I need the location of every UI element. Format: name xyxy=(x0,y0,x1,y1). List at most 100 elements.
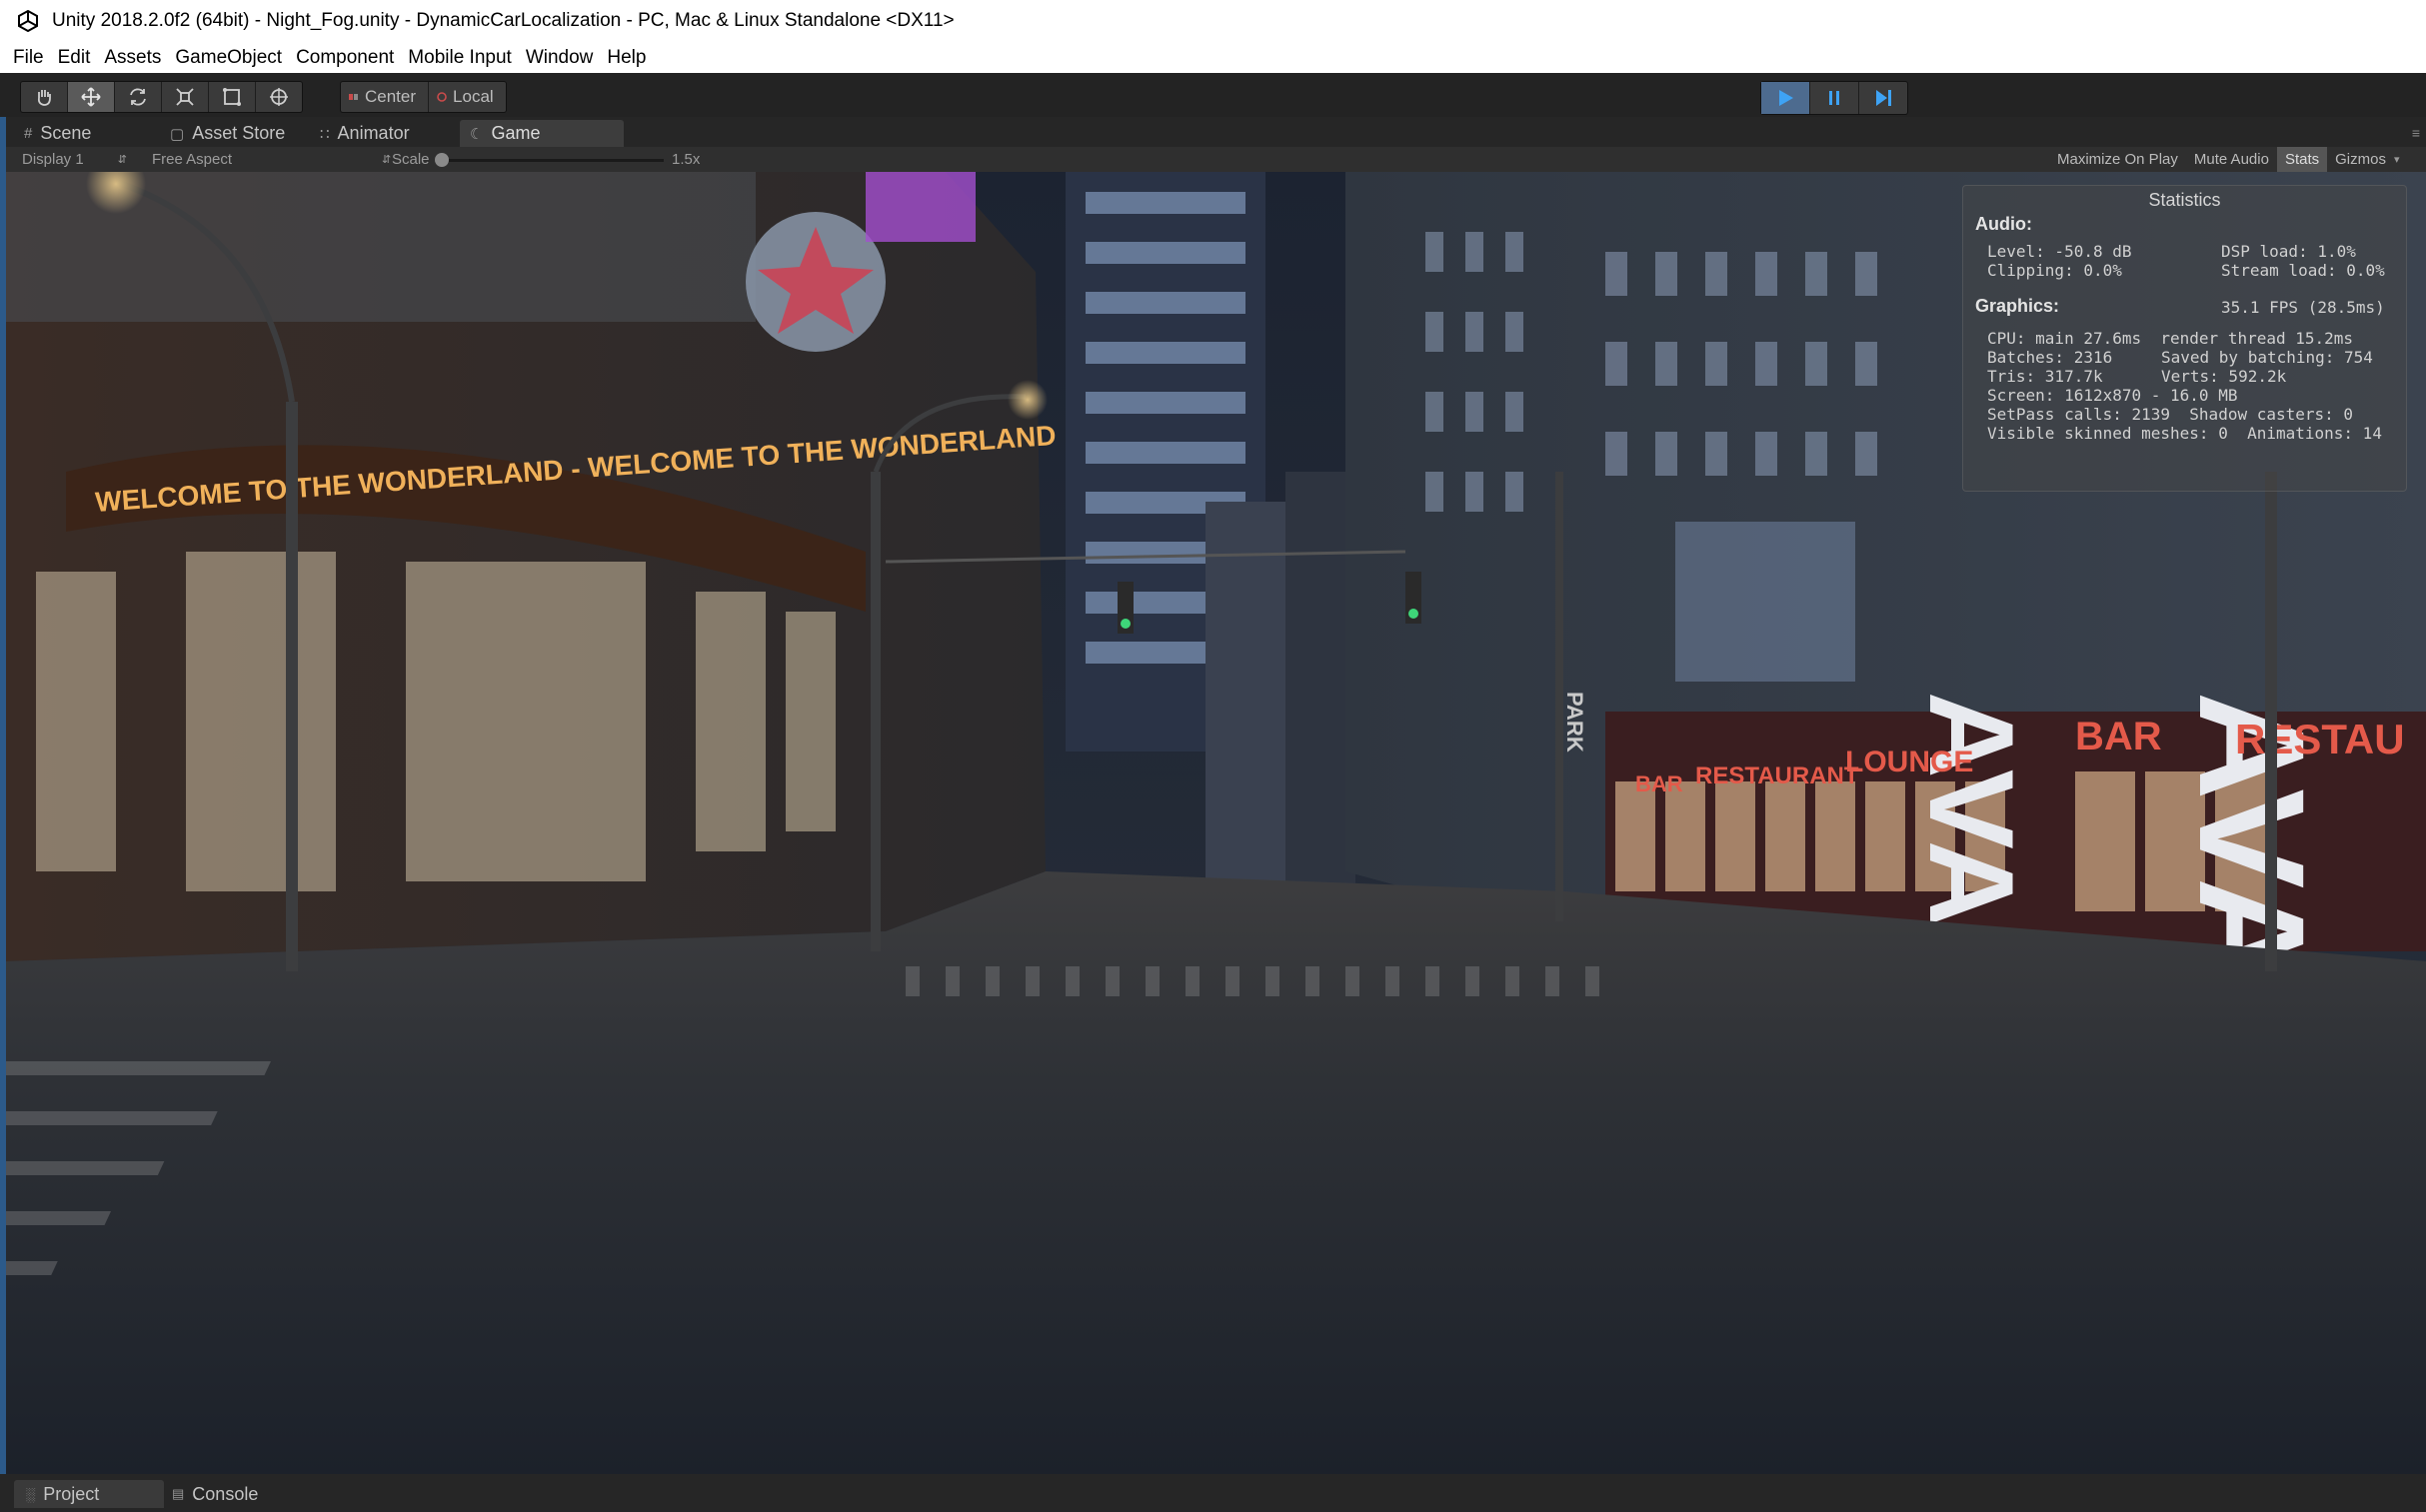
pivot-center-button[interactable]: Center xyxy=(341,82,430,112)
menu-window[interactable]: Window xyxy=(519,47,601,69)
tab-scene[interactable]: # Scene xyxy=(14,120,101,147)
main-toolbar: Center Local xyxy=(0,73,2426,117)
rect-tool-button[interactable] xyxy=(209,82,256,112)
game-viewport[interactable]: AVA AVA BAR RESTAURANT LOUNGE BAR RESTAU… xyxy=(6,172,2426,1474)
display-dropdown-value: Display 1 xyxy=(22,151,84,168)
gizmos-dropdown[interactable]: Gizmos xyxy=(2327,147,2394,172)
audio-level: Level: -50.8 dB xyxy=(1987,242,2132,261)
mute-audio-toggle[interactable]: Mute Audio xyxy=(2186,147,2277,172)
menu-component[interactable]: Component xyxy=(289,47,401,69)
menu-bar: File Edit Assets GameObject Component Mo… xyxy=(0,42,2426,73)
menu-help[interactable]: Help xyxy=(600,47,653,69)
rotate-icon xyxy=(130,88,146,106)
console-icon: ▤ xyxy=(172,1486,185,1501)
stats-toggle[interactable]: Stats xyxy=(2276,147,2328,172)
window-titlebar: Unity 2018.2.0f2 (64bit) - Night_Fog.uni… xyxy=(0,0,2426,42)
game-view-toolbar: Display 1 ⇵ Free Aspect ⇵ Scale 1.5x Max… xyxy=(0,147,2426,173)
menu-file[interactable]: File xyxy=(6,47,51,69)
pivot-local-button[interactable]: Local xyxy=(429,82,506,112)
scale-label: Scale xyxy=(392,151,430,168)
pivot-center-label: Center xyxy=(365,87,417,106)
scale-icon xyxy=(176,88,194,106)
aspect-dropdown[interactable]: Free Aspect ⇵ xyxy=(152,147,391,172)
game-controller-icon: ☾ xyxy=(470,125,484,143)
hand-icon xyxy=(37,90,51,106)
transform-tool-button[interactable] xyxy=(256,82,302,112)
bottom-panel-tabs: ░ Project ▤ Console xyxy=(0,1474,2426,1512)
pivot-center-icon xyxy=(349,94,358,100)
tab-console[interactable]: ▤ Console xyxy=(160,1480,270,1508)
display-dropdown[interactable]: Display 1 ⇵ xyxy=(22,147,127,172)
graphics-skinned-meshes: Visible skinned meshes: 0 Animations: 14 xyxy=(1987,424,2382,443)
tab-animator-label: Animator xyxy=(337,123,410,143)
step-button[interactable] xyxy=(1859,82,1907,114)
panel-menu-icon[interactable]: ≡ xyxy=(2412,125,2420,141)
maximize-on-play-toggle[interactable]: Maximize On Play xyxy=(2049,147,2186,172)
sign-park: PARK xyxy=(1562,692,1587,753)
audio-stream-load: Stream load: 0.0% xyxy=(2221,261,2385,280)
aspect-dropdown-value: Free Aspect xyxy=(152,151,233,168)
scale-value: 1.5x xyxy=(672,151,701,168)
tab-console-label: Console xyxy=(192,1483,259,1504)
graphics-screen: Screen: 1612x870 - 16.0 MB xyxy=(1987,386,2238,405)
pivot-local-label: Local xyxy=(453,87,494,106)
sign-bar-small: BAR xyxy=(1635,771,1683,796)
transform-icon xyxy=(270,88,288,106)
menu-gameobject[interactable]: GameObject xyxy=(168,47,289,69)
menu-mobile-input[interactable]: Mobile Input xyxy=(401,47,519,69)
tab-animator[interactable]: ∷ Animator xyxy=(310,120,420,147)
menu-assets[interactable]: Assets xyxy=(97,47,168,69)
move-arrows-icon xyxy=(81,87,101,107)
display-dropdown-arrow-icon: ⇵ xyxy=(117,154,127,166)
sign-bar-big: BAR xyxy=(2075,715,2162,758)
rotate-tool-button[interactable] xyxy=(115,82,162,112)
tab-asset-store-label: Asset Store xyxy=(192,123,286,143)
play-button[interactable] xyxy=(1761,82,1810,114)
asset-store-bag-icon: ▢ xyxy=(170,125,185,143)
graphics-section-label: Graphics: xyxy=(1975,296,2060,316)
project-folder-icon: ░ xyxy=(26,1486,36,1502)
unity-logo-icon xyxy=(16,9,40,33)
game-view-toggles: Maximize On Play Mute Audio Stats Gizmos… xyxy=(2049,147,2400,172)
graphics-setpass: SetPass calls: 2139 Shadow casters: 0 xyxy=(1987,405,2354,424)
menu-edit[interactable]: Edit xyxy=(51,47,98,69)
audio-section-label: Audio: xyxy=(1975,214,2032,234)
tab-asset-store[interactable]: ▢ Asset Store xyxy=(160,120,295,147)
gizmos-arrow-icon[interactable]: ▾ xyxy=(2394,153,2400,166)
scene-grid-icon: # xyxy=(24,125,33,142)
rect-icon xyxy=(223,88,241,106)
animator-icon: ∷ xyxy=(320,125,330,143)
pivot-local-icon xyxy=(437,92,447,102)
sign-restaurant: RESTAURANT xyxy=(1695,762,1859,789)
window-title: Unity 2018.2.0f2 (64bit) - Night_Fog.uni… xyxy=(52,10,955,31)
graphics-tris: Tris: 317.7k xyxy=(1987,367,2103,386)
pause-button[interactable] xyxy=(1810,82,1859,114)
scale-tool-button[interactable] xyxy=(162,82,209,112)
ava-sign-left: AVA xyxy=(1904,692,2038,927)
transform-tools xyxy=(20,81,303,113)
pivot-toggles: Center Local xyxy=(340,81,507,113)
scale-slider-handle[interactable] xyxy=(435,153,449,167)
play-controls xyxy=(1760,81,1908,115)
hand-tool-button[interactable] xyxy=(21,82,68,112)
audio-dsp-load: DSP load: 1.0% xyxy=(2221,242,2356,261)
scale-slider-track[interactable] xyxy=(440,159,664,162)
tab-project[interactable]: ░ Project xyxy=(14,1480,164,1508)
graphics-cpu: CPU: main 27.6ms render thread 15.2ms xyxy=(1987,329,2354,348)
graphics-batches: Batches: 2316 xyxy=(1987,348,2113,367)
sign-restau: RESTAU xyxy=(2235,716,2405,762)
audio-clipping: Clipping: 0.0% xyxy=(1987,261,2122,280)
graphics-saved-batching: Saved by batching: 754 xyxy=(2161,348,2373,367)
graphics-verts: Verts: 592.2k xyxy=(2161,367,2287,386)
tab-game[interactable]: ☾ Game xyxy=(460,120,624,147)
statistics-panel: Statistics Audio: Level: -50.8 dB DSP lo… xyxy=(1962,185,2407,492)
step-icon xyxy=(1876,90,1891,106)
sign-lounge: LOUNGE xyxy=(1845,746,1973,778)
editor-tab-bar: # Scene ▢ Asset Store ∷ Animator ☾ Game … xyxy=(0,117,2426,147)
move-tool-button[interactable] xyxy=(68,82,115,112)
tab-game-label: Game xyxy=(491,123,541,143)
pause-icon xyxy=(1829,91,1839,105)
aspect-dropdown-arrow-icon: ⇵ xyxy=(382,154,392,166)
statistics-title: Statistics xyxy=(2148,190,2221,210)
graphics-fps: 35.1 FPS (28.5ms) xyxy=(2221,298,2385,317)
